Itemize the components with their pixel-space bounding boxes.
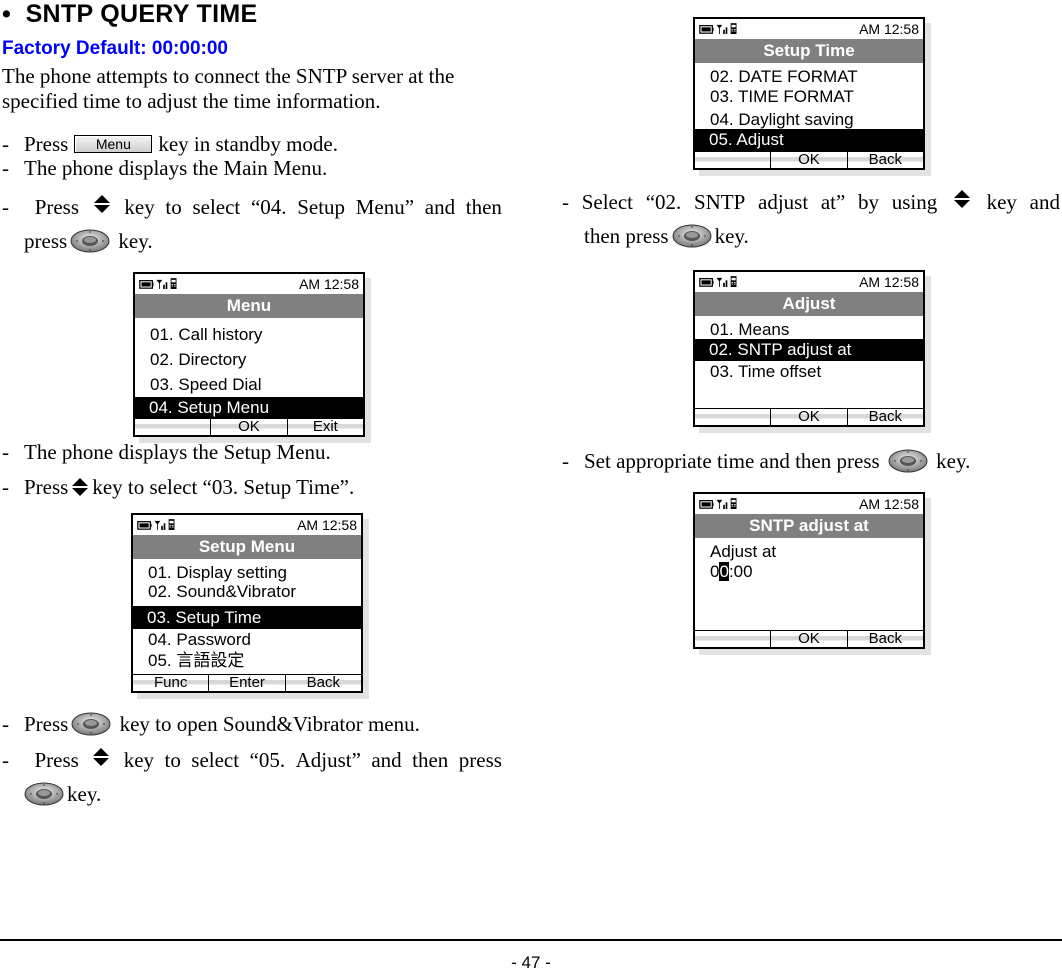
softkey-left[interactable] [695,631,770,647]
ok-key-icon [71,712,111,736]
softkey-back[interactable]: Back [846,409,923,425]
factory-default: Factory Default: 00:00:00 [2,38,228,59]
phone-screen-menu: AM 12:58 Menu 01. Call history 02. Direc… [133,272,365,437]
menu-item-selected[interactable]: 05. Adjust [694,129,924,151]
footer-rule [0,939,1062,941]
menu-item[interactable]: 04. Daylight saving [695,107,923,129]
menu-key-icon: Menu [74,135,153,153]
ok-key-icon [70,229,110,253]
menu-item[interactable]: 04. Password [133,629,361,650]
step-open-sound-vibrator: - Press key to open Sound&Vibrator menu. [2,712,420,736]
nav-key-icon [93,747,109,767]
softkey-back[interactable]: Back [846,152,923,168]
nav-key-icon [954,189,970,209]
menu-item[interactable]: 05. 言語設定 [133,650,361,674]
status-icons [137,518,187,532]
adjust-at-time-input[interactable]: 00:00 [695,562,923,582]
step-select-adjust: - Press key to select “05. Adjust” and then press… [2,747,502,806]
screen-title: SNTP adjust at [695,514,923,538]
softkey-ok[interactable]: OK [770,409,846,425]
phone-screen-setup-time: AM 12:58 Setup Time 02. DATE FORMAT 03. … [693,17,925,170]
text-cursor: 0 [719,562,729,581]
menu-item[interactable]: 03. Time offset [695,361,923,382]
menu-item[interactable]: 03. Speed Dial [135,372,363,397]
ok-key-icon [24,782,64,806]
step-set-time: - Set appropriate time and then press key… [562,449,971,473]
phone-screen-sntp-adjust-at: AM 12:58 SNTP adjust at Adjust at 00:00 … [693,492,925,649]
step-press-menu: - Press Menu key in standby mode. [2,132,338,156]
softkey-ok[interactable]: OK [770,631,846,647]
step-main-menu: - The phone displays the Main Menu. [2,156,328,180]
menu-item[interactable]: 02. DATE FORMAT [695,67,923,87]
adjust-at-label: Adjust at [710,542,777,561]
softkey-ok[interactable]: OK [210,419,286,435]
clock: AM 12:58 [859,496,919,512]
ok-key-icon [672,224,712,248]
softkey-enter[interactable]: Enter [208,675,284,691]
step-select-setup-menu: - Press key to select “04. Setup Menu” and then p… [2,194,502,253]
status-icons [699,22,749,36]
step-select-setup-time: - Press key to select “03. Setup Time”. [2,475,355,499]
screen-title: Adjust [695,292,923,316]
screen-title: Menu [135,294,363,318]
softkey-left[interactable] [695,152,770,168]
menu-item[interactable]: 03. TIME FORMAT [695,87,923,107]
screen-title: Setup Menu [133,535,361,559]
status-icons [699,497,749,511]
phone-screen-adjust: AM 12:58 Adjust 01. Means 02. SNTP adjus… [693,270,925,427]
page-number: - 47 - [511,953,551,972]
status-icons [139,277,189,291]
menu-item[interactable]: 02. Sound&Vibrator [133,582,361,601]
menu-item[interactable]: 02. Directory [135,347,363,372]
step-select-sntp-adjust: - Select “02. SNTP adjust at” by using key and th… [562,189,1060,248]
softkey-func[interactable]: Func [133,675,208,691]
clock: AM 12:58 [859,274,919,290]
clock: AM 12:58 [297,517,357,533]
softkey-ok[interactable]: OK [770,152,846,168]
ok-key-icon [888,449,928,473]
phone-screen-setup-menu: AM 12:58 Setup Menu 01. Display setting … [131,513,363,693]
nav-key-icon [72,477,88,497]
softkey-back[interactable]: Back [846,631,923,647]
menu-item[interactable]: 01. Display setting [133,563,361,582]
softkey-exit[interactable]: Exit [286,419,363,435]
section-heading: • SNTP QUERY TIME [2,0,258,28]
menu-item-selected[interactable]: 04. Setup Menu [134,397,364,418]
nav-key-icon [94,194,110,214]
clock: AM 12:58 [859,21,919,37]
softkey-left[interactable] [135,419,210,435]
menu-item[interactable]: 01. Means [695,319,923,339]
softkey-back[interactable]: Back [284,675,361,691]
intro-paragraph: The phone attempts to connect the SNTP s… [2,64,455,113]
clock: AM 12:58 [299,276,359,292]
menu-item-selected[interactable]: 02. SNTP adjust at [694,339,924,361]
menu-item-selected[interactable]: 03. Setup Time [132,606,362,629]
screen-title: Setup Time [695,39,923,63]
step-setup-menu-displayed: - The phone displays the Setup Menu. [2,440,331,464]
menu-item[interactable]: 01. Call history [135,322,363,347]
status-icons [699,275,749,289]
softkey-left[interactable] [695,409,770,425]
